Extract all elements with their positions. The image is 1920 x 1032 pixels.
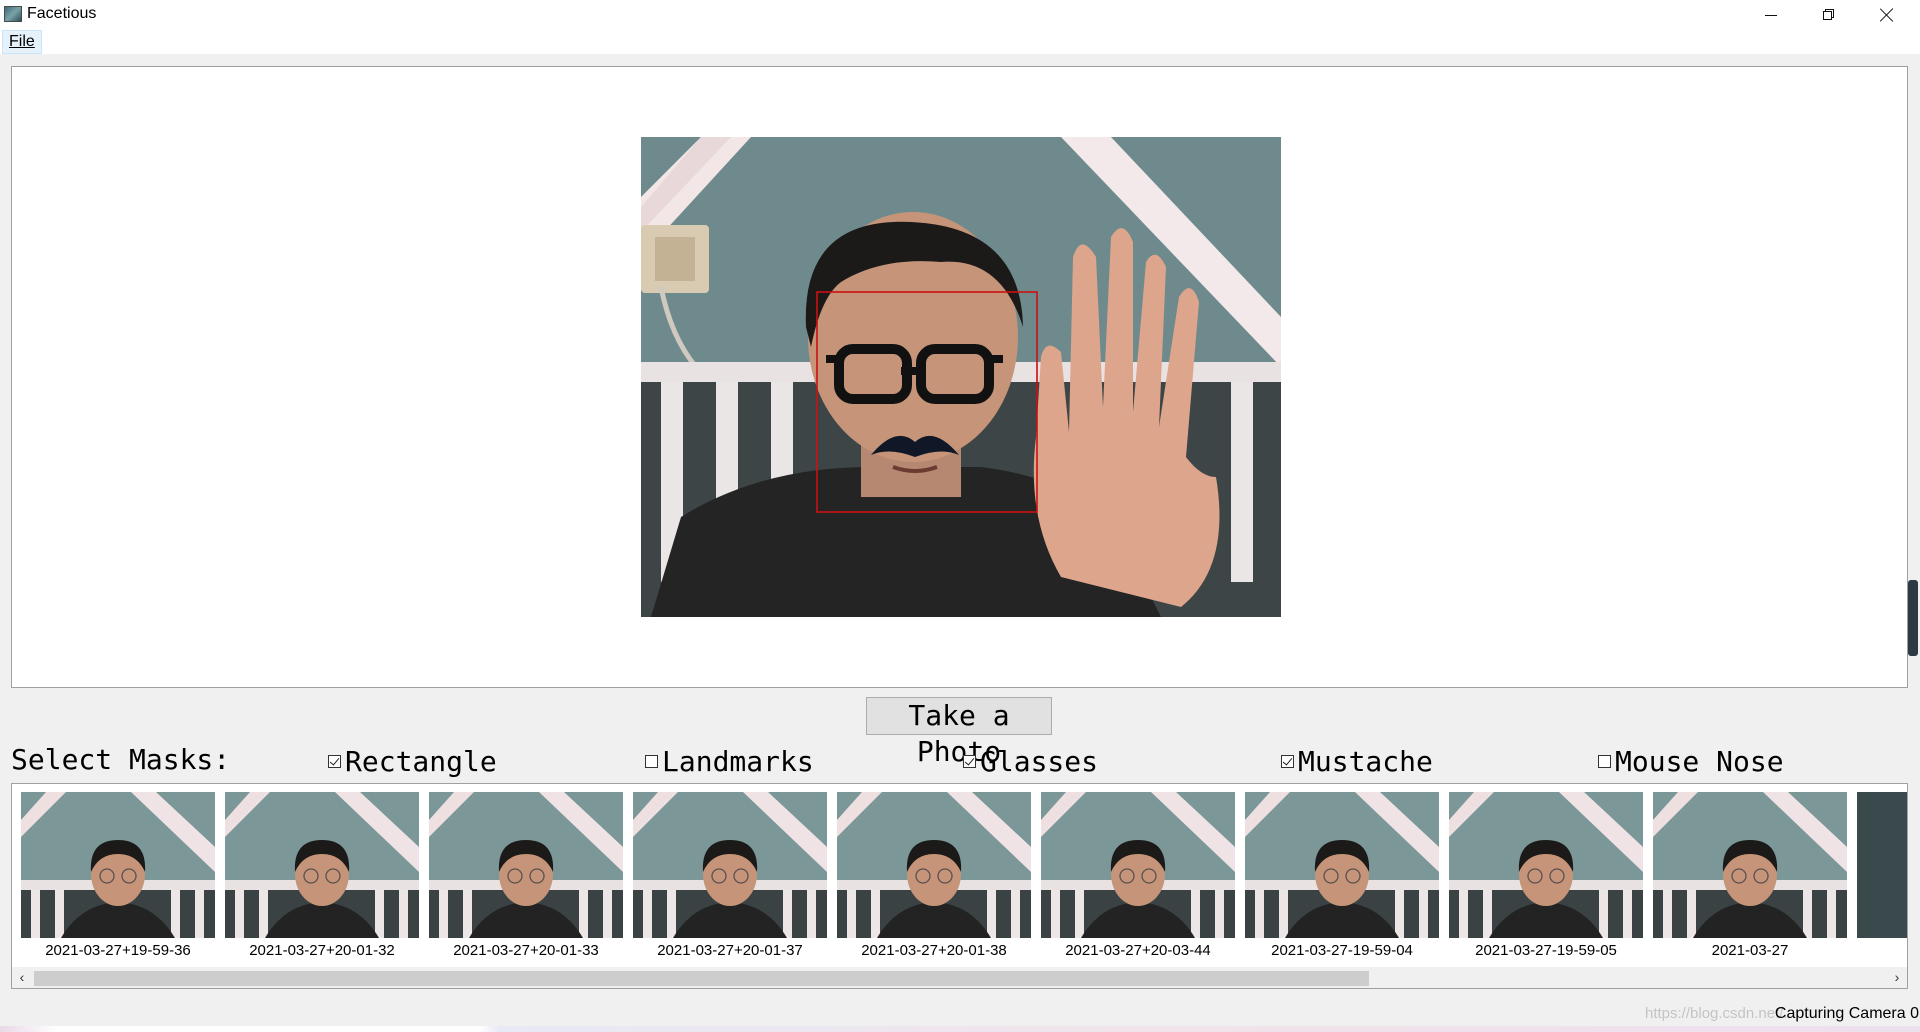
scroll-left-icon[interactable]: ‹ [14, 969, 30, 986]
scroll-thumb[interactable] [34, 971, 1369, 986]
gallery-thumbnail[interactable]: 2021-03-27+20-01-38 [837, 792, 1031, 959]
checkbox-checked-icon[interactable] [1281, 754, 1294, 768]
status-text: Capturing Camera 0 [1774, 1005, 1919, 1022]
close-button[interactable] [1858, 0, 1916, 30]
thumbnail-image [1041, 792, 1235, 938]
checkbox-checked-icon[interactable] [963, 754, 976, 768]
mask-label-landmarks: Landmarks [662, 744, 814, 778]
mask-label-mouse-nose: Mouse Nose [1615, 744, 1784, 778]
mask-checkbox-landmarks[interactable]: Landmarks [645, 743, 814, 779]
mask-checkbox-mustache[interactable]: Mustache [1281, 743, 1433, 779]
watermark-text: https://blog.csdn.net/... [1645, 1005, 1796, 1022]
scroll-right-icon[interactable]: › [1889, 969, 1905, 986]
gallery-thumbnail[interactable]: 2021-03-27 [1653, 792, 1847, 959]
restore-icon [1823, 9, 1835, 21]
gallery-thumbnail[interactable]: 2021-03-27+20-03-44 [1041, 792, 1235, 959]
thumbnail-caption: 2021-03-27+19-59-36 [45, 942, 191, 959]
checkbox-checked-icon[interactable] [328, 754, 341, 768]
thumbnail-image [837, 792, 1031, 938]
gallery-thumbnail[interactable]: 2021-03-27-19-59-04 [1245, 792, 1439, 959]
photo-gallery: 2021-03-27+19-59-36 2021-03-27+20-01-32 20… [11, 783, 1908, 989]
camera-frame [641, 137, 1281, 617]
camera-image [641, 137, 1281, 617]
thumbnail-image [21, 792, 215, 938]
thumbnail-image [1245, 792, 1439, 938]
mask-label-rectangle: Rectangle [345, 744, 497, 778]
select-masks-label: Select Masks: [11, 743, 231, 776]
gallery-thumbnail-partial[interactable] [1857, 792, 1907, 938]
gallery-thumbnail[interactable]: 2021-03-27+19-59-36 [21, 792, 215, 959]
thumbnail-caption: 2021-03-27+20-01-37 [657, 942, 803, 959]
mask-checkbox-glasses[interactable]: Glasses [963, 743, 1098, 779]
checkbox-unchecked-icon[interactable] [645, 754, 658, 768]
thumbnail-caption: 2021-03-27+20-01-38 [861, 942, 1007, 959]
gallery-horizontal-scrollbar[interactable]: ‹ › [12, 967, 1907, 988]
mask-label-glasses: Glasses [980, 744, 1099, 778]
thumbnail-image [225, 792, 419, 938]
title-bar: Facetious [0, 0, 1920, 30]
gallery-thumbnail[interactable]: 2021-03-27+20-01-33 [429, 792, 623, 959]
gallery-thumbnail[interactable]: 2021-03-27+20-01-37 [633, 792, 827, 959]
thumbnail-image [1449, 792, 1643, 938]
mask-label-mustache: Mustache [1298, 744, 1433, 778]
menu-bar: File [0, 30, 1920, 54]
viewer-scroll-thumb[interactable] [1908, 580, 1918, 656]
thumbnail-caption: 2021-03-27-19-59-05 [1475, 942, 1617, 959]
thumbnail-caption: 2021-03-27+20-03-44 [1065, 942, 1211, 959]
minimize-button[interactable] [1742, 0, 1800, 30]
thumbnail-caption: 2021-03-27+20-01-32 [249, 942, 395, 959]
menu-file[interactable]: File [2, 30, 42, 54]
thumbnail-image [1653, 792, 1847, 938]
window-title: Facetious [27, 5, 97, 22]
mask-checkbox-rectangle[interactable]: Rectangle [328, 743, 497, 779]
taskbar-edge [0, 1026, 1920, 1032]
thumbnail-caption: 2021-03-27+20-01-33 [453, 942, 599, 959]
minimize-icon [1765, 14, 1777, 16]
thumbnail-caption: 2021-03-27-19-59-04 [1271, 942, 1413, 959]
camera-viewer [11, 66, 1908, 688]
close-icon [1880, 8, 1894, 22]
thumbnail-image [633, 792, 827, 938]
gallery-thumbnail[interactable]: 2021-03-27+20-01-32 [225, 792, 419, 959]
thumbnail-image [429, 792, 623, 938]
take-photo-button[interactable]: Take a Photo [866, 697, 1052, 768]
app-window: Facetious File Take a Photo Select Masks… [0, 0, 1920, 1032]
gallery-thumbnail[interactable]: 2021-03-27-19-59-05 [1449, 792, 1643, 959]
thumbnail-caption: 2021-03-27 [1711, 942, 1789, 959]
checkbox-unchecked-icon[interactable] [1598, 754, 1611, 768]
restore-button[interactable] [1800, 0, 1858, 30]
mask-checkbox-mouse-nose[interactable]: Mouse Nose [1598, 743, 1784, 779]
app-icon [4, 6, 22, 22]
